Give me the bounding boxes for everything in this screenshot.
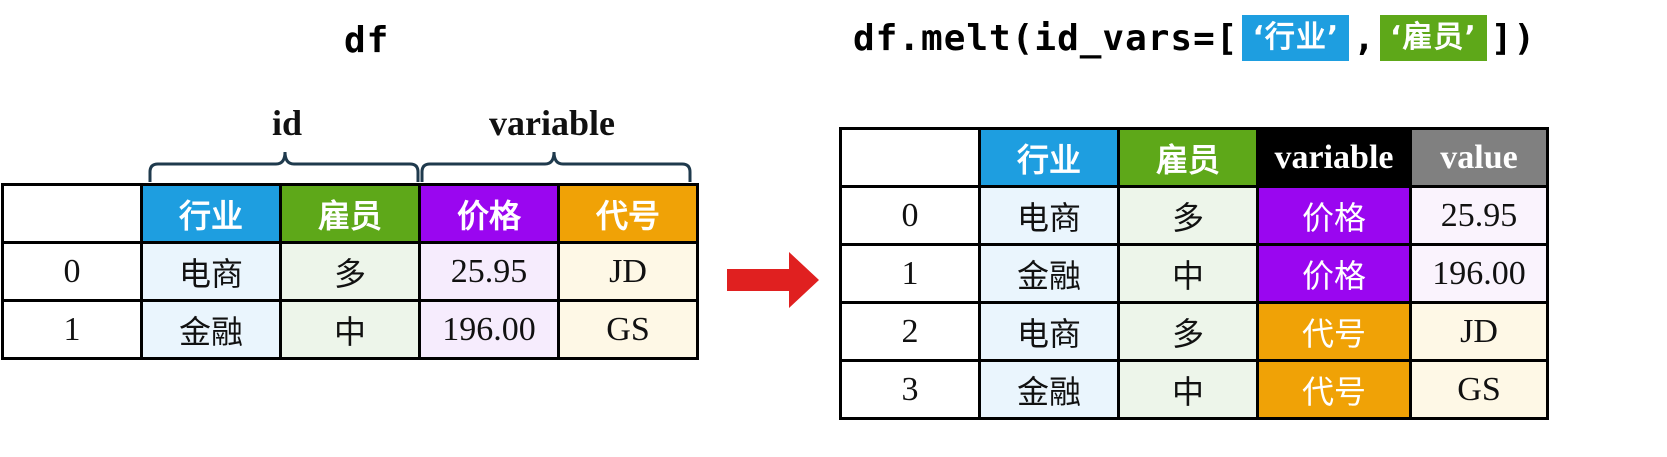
right-row-index: 1 (839, 243, 981, 304)
melted-dataframe-table: 行业 雇员 variable value 0 电商 多 价格 25.95 1 金… (839, 127, 1549, 420)
right-cell-variable: 价格 (1256, 185, 1412, 246)
right-header-variable: variable (1256, 127, 1412, 188)
right-cell-value: 25.95 (1409, 185, 1549, 246)
left-row-index: 1 (1, 299, 143, 360)
left-cell-guyuan: 多 (279, 241, 421, 302)
right-cell-variable: 代号 (1256, 359, 1412, 420)
table-row: 1 金融 中 价格 196.00 (839, 243, 1549, 304)
left-cell-daihao: JD (557, 241, 699, 302)
right-header-guyuan: 雇员 (1117, 127, 1259, 188)
right-cell-hangye: 金融 (978, 359, 1120, 420)
left-cell-hangye: 电商 (140, 241, 282, 302)
left-header-jiage: 价格 (418, 183, 560, 244)
table-row: 0 电商 多 价格 25.95 (839, 185, 1549, 246)
right-row-index: 0 (839, 185, 981, 246)
left-header-hangye: 行业 (140, 183, 282, 244)
variable-brace (420, 151, 692, 182)
right-cell-guyuan: 多 (1117, 301, 1259, 362)
id-brace (148, 151, 420, 182)
left-cell-jiage: 25.95 (418, 241, 560, 302)
table-row: 2 电商 多 代号 JD (839, 301, 1549, 362)
table-row: 0 电商 多 25.95 JD (1, 241, 699, 302)
right-row-index: 3 (839, 359, 981, 420)
left-header-index (1, 183, 143, 244)
left-cell-guyuan: 中 (279, 299, 421, 360)
right-cell-guyuan: 中 (1117, 243, 1259, 304)
right-cell-guyuan: 多 (1117, 185, 1259, 246)
left-cell-daihao: GS (557, 299, 699, 360)
right-cell-guyuan: 中 (1117, 359, 1259, 420)
right-header-value: value (1409, 127, 1549, 188)
right-cell-variable: 代号 (1256, 301, 1412, 362)
right-header-index (839, 127, 981, 188)
right-arrow-icon (727, 252, 819, 308)
left-header-daihao: 代号 (557, 183, 699, 244)
right-cell-variable: 价格 (1256, 243, 1412, 304)
table-row: 1 金融 中 196.00 GS (1, 299, 699, 360)
left-cell-hangye: 金融 (140, 299, 282, 360)
right-cell-hangye: 金融 (978, 243, 1120, 304)
right-header-row: 行业 雇员 variable value (839, 127, 1549, 188)
left-header-guyuan: 雇员 (279, 183, 421, 244)
right-cell-value: 196.00 (1409, 243, 1549, 304)
right-cell-hangye: 电商 (978, 185, 1120, 246)
right-cell-value: JD (1409, 301, 1549, 362)
left-cell-jiage: 196.00 (418, 299, 560, 360)
left-row-index: 0 (1, 241, 143, 302)
right-row-index: 2 (839, 301, 981, 362)
right-cell-hangye: 电商 (978, 301, 1120, 362)
table-row: 3 金融 中 代号 GS (839, 359, 1549, 420)
left-dataframe-table: 行业 雇员 价格 代号 0 电商 多 25.95 JD 1 金融 中 196.0… (1, 183, 699, 360)
right-cell-value: GS (1409, 359, 1549, 420)
left-header-row: 行业 雇员 价格 代号 (1, 183, 699, 244)
right-header-hangye: 行业 (978, 127, 1120, 188)
